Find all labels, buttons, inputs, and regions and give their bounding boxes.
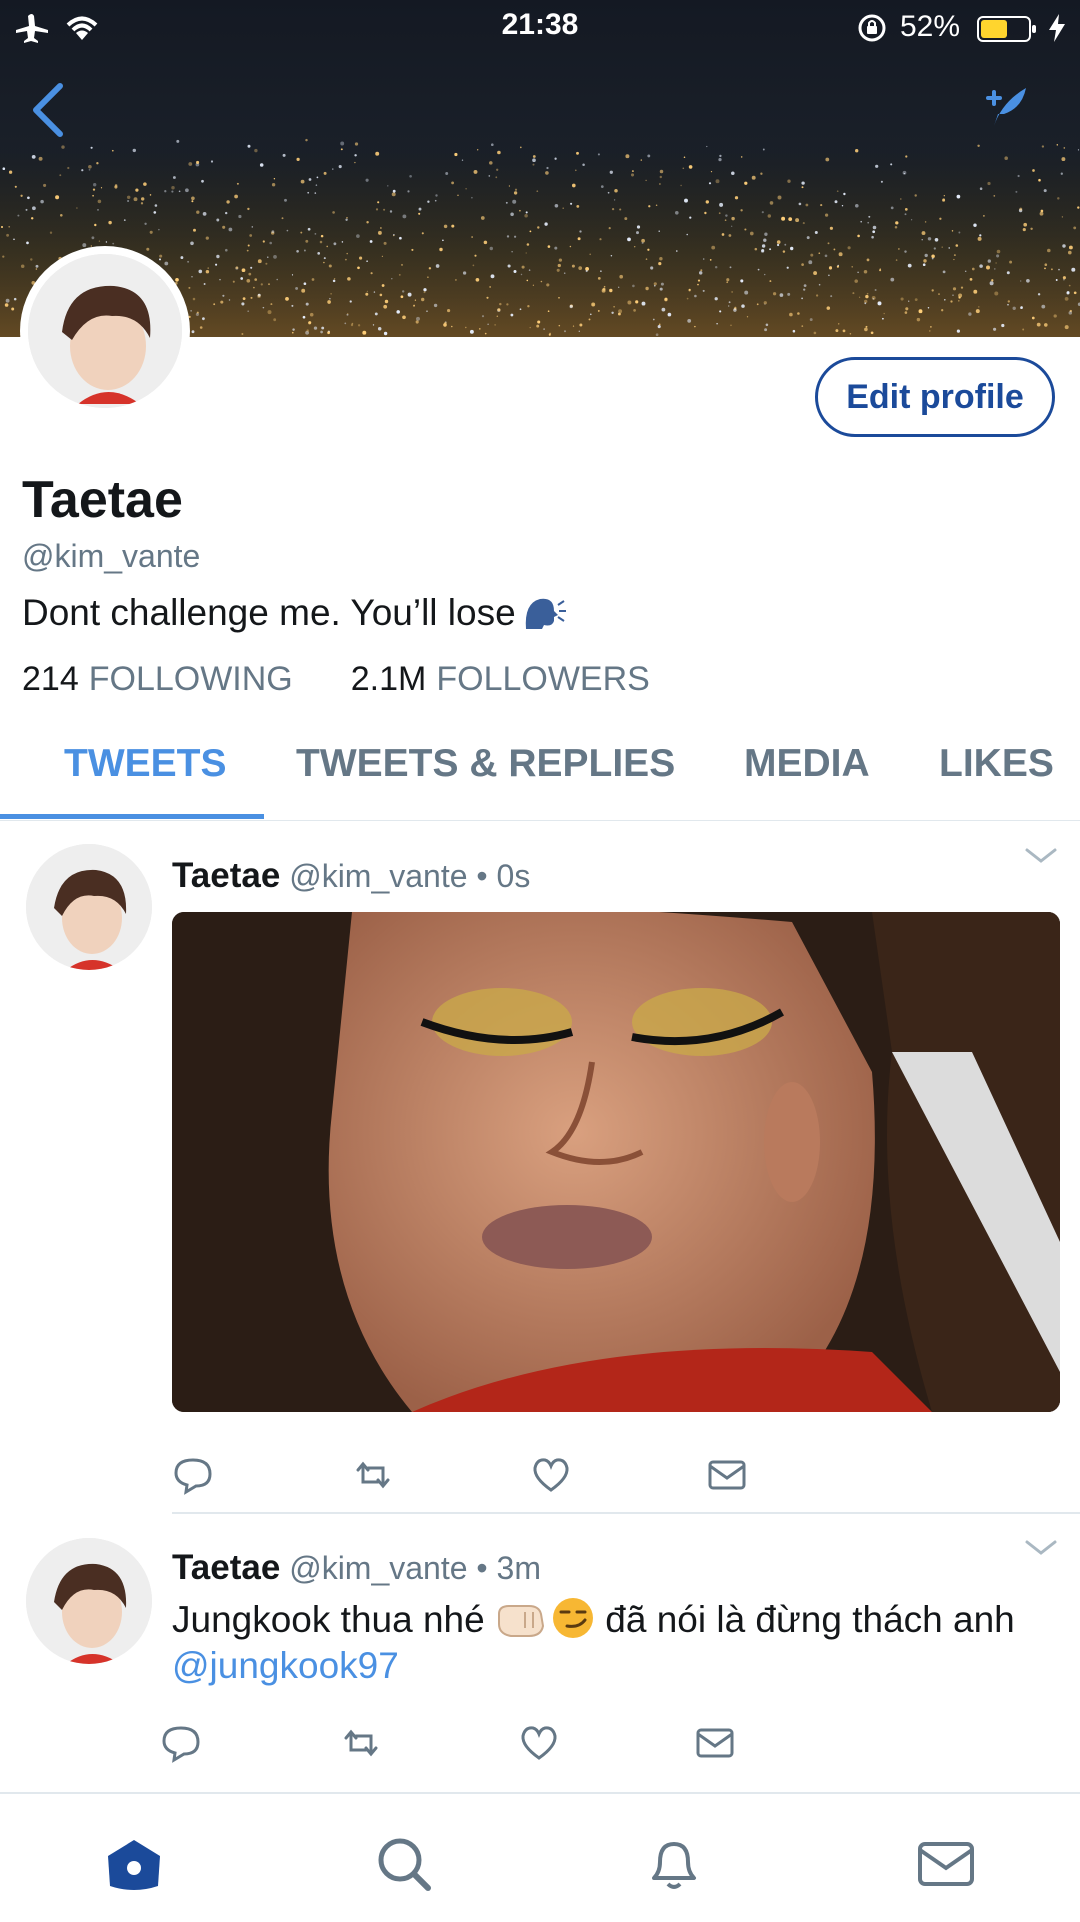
reply-icon[interactable] <box>172 1454 214 1496</box>
profile-name: Taetae <box>22 471 183 529</box>
battery-icon <box>977 16 1036 42</box>
following-label: FOLLOWING <box>88 660 293 698</box>
tweet-text-start: Jungkook thua nhé <box>172 1599 495 1640</box>
tweet-actions <box>172 1454 748 1496</box>
home-icon[interactable] <box>104 1834 164 1894</box>
tweet-text: Jungkook thua nhé đã nói là đừng thách a… <box>172 1596 1052 1689</box>
tweet-mention-link[interactable]: @jungkook97 <box>172 1645 399 1686</box>
active-tab-indicator <box>0 814 264 819</box>
orientation-lock-icon <box>858 14 886 42</box>
direct-message-icon[interactable] <box>706 1454 748 1496</box>
tweet-header: Taetae @kim_vante • 0s <box>172 856 530 896</box>
tweet-author-name[interactable]: Taetae <box>172 1548 280 1587</box>
status-bar: 21:38 52% <box>0 0 1080 58</box>
tweet-header: Taetae @kim_vante • 3m <box>172 1548 541 1588</box>
followers-count: 2.1M <box>350 660 427 698</box>
tweet-avatar[interactable] <box>26 844 152 970</box>
back-chevron-icon[interactable] <box>28 80 68 140</box>
tab-tweets[interactable]: TWEETS <box>64 742 227 786</box>
avatar-photo <box>26 1538 152 1664</box>
tweet-meta: @kim_vante • 3m <box>289 1550 541 1586</box>
profile-stats: 214 FOLLOWING 2.1M FOLLOWERS <box>22 660 650 699</box>
compose-tweet-icon[interactable] <box>984 84 1030 130</box>
notifications-icon[interactable] <box>644 1834 704 1894</box>
tab-media[interactable]: MEDIA <box>744 742 870 786</box>
battery-percent: 52% <box>900 10 961 43</box>
charging-bolt-icon <box>1049 14 1065 42</box>
reply-icon[interactable] <box>160 1722 202 1764</box>
smirking-face-icon <box>552 1598 593 1638</box>
followers-label: FOLLOWERS <box>436 660 650 698</box>
fist-icon <box>497 1605 545 1637</box>
profile-handle: @kim_vante <box>22 538 201 574</box>
tweet-actions <box>162 1722 736 1764</box>
retweet-icon[interactable] <box>352 1454 394 1496</box>
direct-message-icon[interactable] <box>694 1722 736 1764</box>
bottom-tab-bar <box>0 1792 1080 1922</box>
bio-text: Dont challenge me. You’ll lose <box>22 592 516 633</box>
like-icon[interactable] <box>530 1454 572 1496</box>
tweet-author-name[interactable]: Taetae <box>172 856 280 895</box>
avatar-photo <box>28 254 182 408</box>
messages-icon[interactable] <box>916 1834 976 1894</box>
retweet-icon[interactable] <box>340 1722 382 1764</box>
search-icon[interactable] <box>374 1834 434 1894</box>
tab-tweets-replies[interactable]: TWEETS & REPLIES <box>296 742 675 786</box>
face-photo <box>172 912 1060 1412</box>
tab-likes[interactable]: LIKES <box>939 742 1054 786</box>
chevron-down-icon[interactable] <box>1024 846 1058 866</box>
like-icon[interactable] <box>518 1722 560 1764</box>
profile-bio: Dont challenge me. You’ll lose <box>22 592 568 634</box>
profile-tabs: TWEETS TWEETS & REPLIES MEDIA LIKES <box>0 728 1080 821</box>
tweet-text-end: đã nói là đừng thách anh <box>594 1599 1015 1640</box>
followers-stat[interactable]: 2.1M FOLLOWERS <box>351 660 650 699</box>
following-stat[interactable]: 214 FOLLOWING <box>22 660 293 699</box>
tweet-avatar[interactable] <box>26 1538 152 1664</box>
chevron-down-icon[interactable] <box>1024 1538 1058 1558</box>
tweet-divider <box>172 1512 1080 1514</box>
following-count: 214 <box>22 660 79 698</box>
edit-profile-button[interactable]: Edit profile <box>815 357 1055 437</box>
tweet-meta: @kim_vante • 0s <box>289 858 531 894</box>
speaking-head-icon <box>525 598 566 629</box>
tweet-media-image[interactable] <box>172 912 1060 1412</box>
profile-avatar[interactable] <box>20 246 190 416</box>
avatar-photo <box>26 844 152 970</box>
